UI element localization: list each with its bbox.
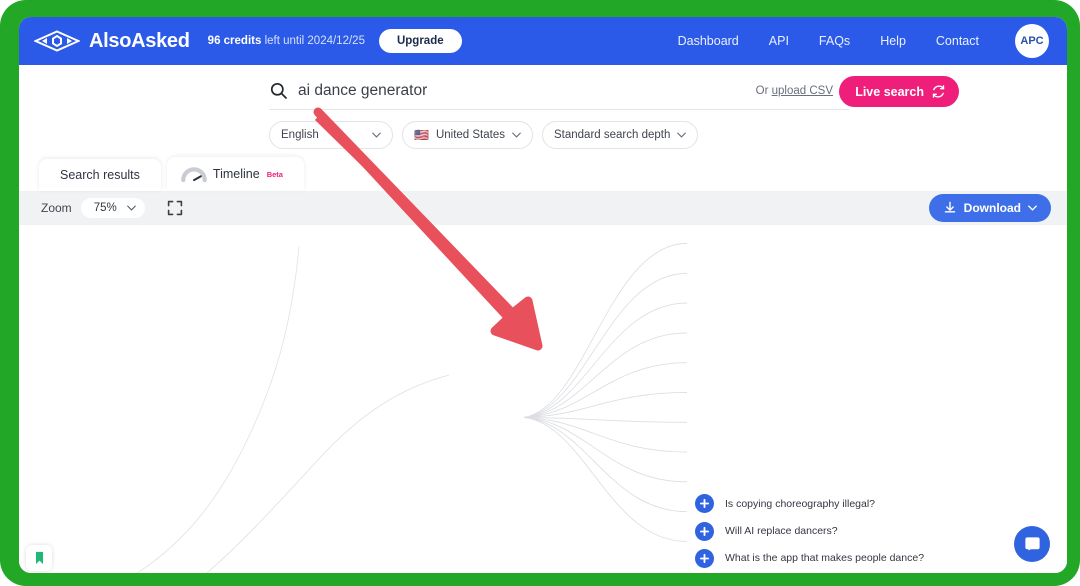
upload-csv-link[interactable]: Or upload CSV [756,85,833,97]
fullscreen-icon[interactable] [167,200,183,216]
filter-language-label: English [281,129,319,141]
brand-logo[interactable]: AlsoAsked [34,30,190,53]
mindmap-question-node[interactable]: What is the app that makes people dance? [695,545,924,572]
mindmap-connector [523,243,688,418]
nav-item-faqs[interactable]: FAQs [819,34,850,48]
tab-search-results[interactable]: Search results [39,159,161,191]
app-window: AlsoAsked 96 credits left until 2024/12/… [19,17,1067,573]
mindmap-question-expand-button[interactable] [695,521,714,541]
chevron-down-icon [372,132,381,138]
filter-search-depth[interactable]: Standard search depth [542,121,699,149]
live-search-button[interactable]: Live search [839,76,959,107]
filter-search-depth-label: Standard search depth [554,129,671,141]
stray-connector-left-b [206,374,450,573]
chat-bubble-icon [1024,536,1040,550]
mindmap-question-list: Is copying choreography illegal? Will AI … [695,490,924,573]
mindmap-connector [523,417,688,513]
zoom-label: Zoom [41,201,72,215]
chat-launcher-button[interactable] [1014,526,1050,562]
chevron-down-icon [1028,205,1037,211]
search-filters: English 🇺🇸 United States Standard search… [269,121,849,149]
mindmap-question-expand-button[interactable] [695,548,714,568]
mindmap-connector [523,302,688,418]
zoom-select[interactable]: 75% [80,198,145,218]
credits-expiry: left until 2024/12/25 [264,35,365,47]
gauge-icon [181,167,207,182]
zoom-value: 75% [93,202,117,214]
chevron-down-icon [126,205,136,211]
bookmark-icon [35,551,43,565]
mindmap-question-label: What is the app that makes people dance? [725,552,925,565]
tab-timeline[interactable]: Timeline Beta [166,157,304,191]
filter-region-label: United States [435,129,505,141]
plus-icon [699,499,710,509]
nav-item-contact[interactable]: Contact [936,34,979,48]
refresh-icon [932,85,945,98]
credits-text: 96 credits left until 2024/12/25 [208,35,365,47]
download-button[interactable]: Download [928,194,1051,222]
upload-csv-label[interactable]: upload CSV [772,85,833,97]
tab-timeline-badge: Beta [266,169,283,179]
flag-us-icon: 🇺🇸 [414,128,429,142]
mindmap-canvas[interactable]: Can AI generate dance choreography? Is c… [19,225,1067,573]
stray-connector-left-a [136,246,300,573]
nav-item-help[interactable]: Help [880,34,906,48]
tab-search-results-label: Search results [60,168,140,182]
nav-item-api[interactable]: API [769,34,789,48]
alsoasked-eye-logo-icon [34,30,80,52]
live-search-label: Live search [855,84,924,99]
canvas-toolbar: Zoom 75% Download [19,191,1067,225]
credits-count: 96 credits [207,35,262,47]
mindmap-connector [523,272,688,418]
download-label: Download [963,201,1021,215]
brand-name: AlsoAsked [89,29,190,52]
filter-language[interactable]: English [269,121,393,149]
search-wrapper: Or upload CSV Live search English [269,76,959,149]
mindmap-question-node[interactable]: Will AI replace dancers? [695,517,924,544]
upload-csv-prefix: Or [755,84,772,97]
search-row: Or upload CSV Live search [269,76,959,110]
mindmap-question-node[interactable]: Is copying choreography illegal? [695,490,924,517]
avatar[interactable]: APC [1015,24,1049,58]
mindmap-question-node[interactable]: Is there an AI animation generator? [695,572,924,573]
bookmark-badge[interactable] [26,545,52,571]
search-input[interactable] [298,81,756,100]
upgrade-button[interactable]: Upgrade [378,29,462,53]
main-nav: Dashboard API FAQs Help Contact APC [678,24,1049,58]
chevron-down-icon [677,132,687,138]
chevron-down-icon [512,132,521,138]
screenshot-frame: AlsoAsked 96 credits left until 2024/12/… [0,0,1080,586]
tab-timeline-label: Timeline [212,167,260,181]
filter-region[interactable]: 🇺🇸 United States [402,121,533,149]
mindmap-question-label: Is copying choreography illegal? [725,497,876,510]
result-tabs: Search results Timeline Beta [19,149,1067,191]
search-panel: Or upload CSV Live search English [19,65,1067,149]
plus-icon [699,553,710,564]
app-header: AlsoAsked 96 credits left until 2024/12/… [19,17,1067,65]
mindmap-question-expand-button[interactable] [695,494,714,514]
nav-item-dashboard[interactable]: Dashboard [678,34,739,48]
plus-icon [699,526,710,536]
mindmap-question-label: Will AI replace dancers? [725,525,838,538]
download-icon [944,201,955,213]
search-icon [270,82,287,99]
